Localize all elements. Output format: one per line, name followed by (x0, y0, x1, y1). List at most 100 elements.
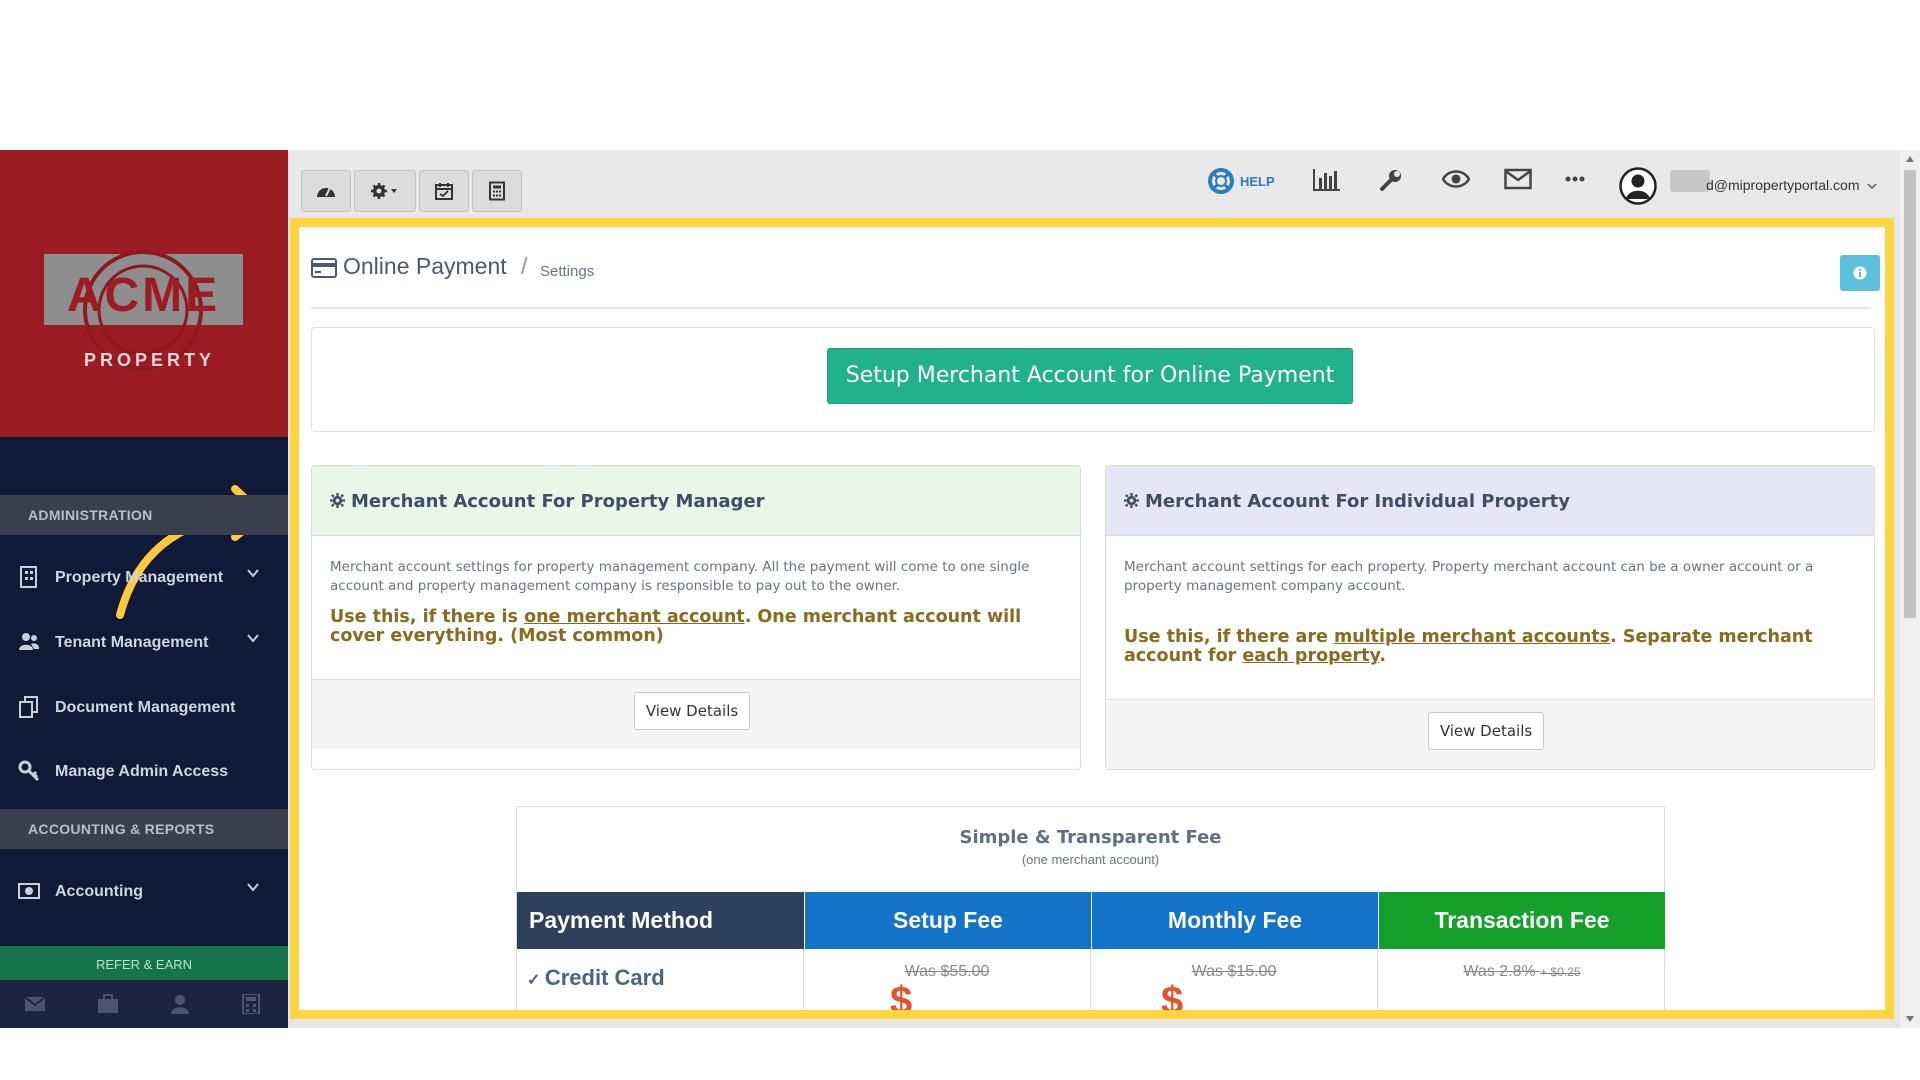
app-window: ACME PROPERTY ADMINISTRATION Property Ma… (0, 150, 1920, 1028)
gear-icon (330, 493, 345, 508)
setup-merchant-account-button[interactable]: Setup Merchant Account for Online Paymen… (827, 348, 1353, 404)
briefcase-icon[interactable] (97, 994, 119, 1014)
dashboard-icon (317, 187, 335, 197)
building-icon (20, 566, 37, 588)
card-title: Merchant Account For Individual Property (1145, 491, 1571, 512)
card-title: Merchant Account For Property Manager (351, 491, 765, 512)
breadcrumb-separator: / (521, 253, 528, 279)
calendar-icon (435, 183, 453, 200)
card-usage-note: Use this, if there is one merchant accou… (330, 608, 1060, 646)
view-details-button[interactable]: View Details (1428, 712, 1544, 750)
sidebar-item-accounting[interactable]: Accounting (0, 866, 288, 918)
user-email: d@mipropertyportal.com (1706, 177, 1860, 193)
usage-text: Use this, if there are (1124, 627, 1334, 647)
transaction-was-extra: + $0.25 (1540, 965, 1581, 979)
usage-link[interactable]: multiple merchant accounts (1334, 627, 1610, 647)
setup-price-cut-off: $ (890, 979, 913, 1019)
sidebar-item-label: Property Management (55, 569, 224, 586)
usage-text: Use this, if there is (330, 607, 525, 627)
scroll-thumb[interactable] (1904, 170, 1916, 618)
main-content-highlighted: Online Payment / Settings Setup Merchant… (290, 218, 1894, 1019)
top-toolbar: HELP d@mipropertyportal.com (288, 150, 1908, 216)
wrench-icon[interactable] (1379, 168, 1403, 192)
avatar-icon[interactable] (1619, 167, 1657, 205)
card-description: Merchant account settings for each prope… (1124, 559, 1814, 594)
users-icon (19, 633, 40, 650)
chevron-down-icon (247, 883, 259, 892)
column-header-transaction-fee: Transaction Fee (1378, 892, 1665, 949)
screen: ACME PROPERTY ADMINISTRATION Property Ma… (0, 0, 1920, 1080)
chevron-down-icon (247, 634, 259, 643)
usage-link[interactable]: one merchant account (524, 607, 745, 627)
documents-icon (19, 696, 38, 718)
section-administration: ADMINISTRATION (0, 495, 288, 535)
gear-icon (1124, 493, 1139, 508)
logo-brand: ACME (66, 269, 221, 322)
money-icon (18, 883, 40, 899)
transaction-was-price: Was 2.8% + $0.25 (1378, 963, 1666, 981)
more-icon[interactable] (1565, 176, 1585, 182)
monthly-was-price: Was $15.00 (1191, 963, 1277, 980)
card-usage-note: Use this, if there are multiple merchant… (1124, 628, 1854, 666)
card-description: Merchant account settings for property m… (330, 559, 1030, 594)
calendar-button[interactable] (419, 170, 469, 212)
scroll-up-icon[interactable] (1906, 156, 1914, 162)
card-header: Merchant Account For Property Manager (312, 466, 1080, 536)
sidebar: ACME PROPERTY ADMINISTRATION Property Ma… (0, 150, 288, 1028)
dashboard-button[interactable] (301, 170, 351, 212)
column-header-payment-method: Payment Method (517, 892, 804, 949)
card-property-manager: Merchant Account For Property Manager Me… (311, 465, 1081, 770)
column-header-monthly-fee: Monthly Fee (1091, 892, 1378, 949)
lifebuoy-icon (1208, 168, 1234, 194)
envelope-icon[interactable] (24, 994, 46, 1014)
sidebar-item-label: Tenant Management (55, 634, 209, 651)
calculator-button[interactable] (472, 170, 522, 212)
settings-dropdown-button[interactable] (354, 170, 416, 212)
setup-was-price: Was $55.00 (904, 963, 990, 980)
credit-card-label: ✓ Credit Card (527, 965, 665, 991)
sidebar-item-manage-admin-access[interactable]: Manage Admin Access (0, 746, 288, 798)
chart-icon[interactable] (1313, 168, 1341, 192)
calculator-icon[interactable] (240, 994, 262, 1014)
card-footer: View Details (312, 679, 1080, 749)
user-icon[interactable] (169, 994, 191, 1014)
cell-payment-method: ✓ Credit Card (517, 949, 804, 1009)
chevron-down-icon (1867, 183, 1877, 190)
refer-earn-button[interactable]: REFER & EARN (0, 946, 288, 980)
info-button[interactable] (1840, 255, 1880, 291)
calculator-icon (489, 181, 505, 201)
scrollbar[interactable] (1900, 150, 1920, 1028)
help-button[interactable]: HELP (1208, 166, 1288, 198)
setup-panel: Setup Merchant Account for Online Paymen… (311, 327, 1875, 432)
fee-table: Simple & Transparent Fee (one merchant a… (516, 806, 1666, 1019)
help-label: HELP (1240, 174, 1275, 189)
chevron-down-icon (247, 569, 259, 578)
card-header: Merchant Account For Individual Property (1106, 466, 1874, 536)
settings-icon (371, 183, 397, 199)
page-header: Online Payment / Settings (311, 239, 1880, 309)
usage-link[interactable]: each property (1242, 646, 1379, 666)
sidebar-item-label: Accounting (55, 883, 143, 900)
breadcrumb[interactable]: Settings (540, 263, 594, 280)
envelope-icon[interactable] (1504, 168, 1532, 190)
view-details-button[interactable]: View Details (634, 692, 750, 730)
card-footer: View Details (1106, 699, 1874, 769)
card-individual-property: Merchant Account For Individual Property… (1105, 465, 1875, 770)
method-label: Credit Card (544, 965, 665, 990)
scroll-down-icon[interactable] (1906, 1016, 1914, 1022)
section-accounting-reports: ACCOUNTING & REPORTS (0, 809, 288, 849)
user-menu[interactable]: d@mipropertyportal.com (1706, 177, 1877, 197)
column-header-setup-fee: Setup Fee (804, 892, 1091, 949)
transaction-was-rate: Was 2.8% (1463, 963, 1536, 980)
fee-subtitle: (one merchant account) (1021, 852, 1160, 867)
eye-icon[interactable] (1442, 168, 1470, 190)
content-clip-mask (311, 1011, 1871, 1019)
key-icon (18, 760, 40, 782)
page-title: Online Payment (343, 253, 507, 279)
sidebar-item-document-management[interactable]: Document Management (0, 682, 288, 734)
sidebar-item-property-management[interactable]: Property Management (0, 552, 288, 604)
cell-monthly-fee: Was $15.00 $ (1091, 949, 1378, 1010)
email-redacted (1670, 170, 1710, 192)
usage-text: . (1379, 646, 1386, 666)
sidebar-item-tenant-management[interactable]: Tenant Management (0, 617, 288, 669)
